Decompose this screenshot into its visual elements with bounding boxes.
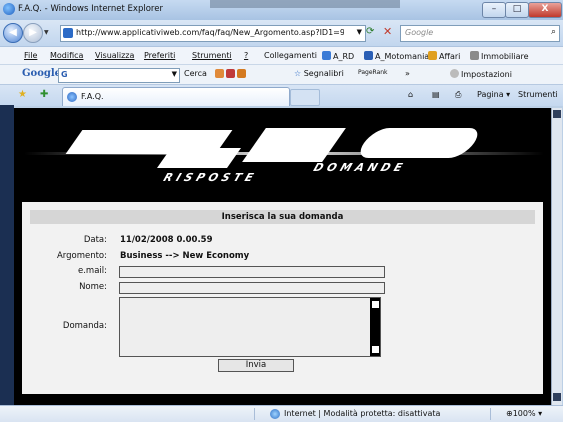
search-placeholder: Google — [405, 28, 434, 37]
link-icon — [470, 51, 479, 60]
link-a-motomania[interactable]: A_Motomania — [364, 51, 429, 61]
feeds-icon[interactable]: ▤ — [432, 90, 440, 99]
background-window-strip — [210, 0, 400, 8]
internet-zone-icon — [270, 409, 280, 419]
scroll-down-icon[interactable] — [553, 393, 561, 401]
banner-risposte: RISPOSTE — [161, 171, 260, 184]
page-scrollbar[interactable] — [551, 108, 562, 405]
google-pagerank[interactable]: PageRank — [358, 69, 388, 76]
chevron-down-icon[interactable]: ▼ — [172, 70, 177, 78]
scroll-down-icon[interactable] — [371, 345, 380, 354]
nome-field[interactable] — [119, 282, 385, 294]
nome-label: Nome: — [79, 282, 107, 292]
refresh-icon[interactable]: ⟳ — [366, 26, 380, 40]
settings-icon — [450, 69, 459, 78]
menu-visualizza[interactable]: Visualizza — [95, 51, 134, 60]
tab-faq[interactable]: F.A.Q. — [62, 87, 290, 106]
menu-strumenti[interactable]: Strumenti — [192, 51, 232, 60]
link-icon — [322, 51, 331, 60]
arrow-right-icon: ▶ — [29, 27, 37, 38]
close-button[interactable]: X — [528, 2, 562, 18]
status-bar: Internet | Modalità protetta: disattivat… — [0, 405, 563, 422]
address-bar-row: ◀ ▶ ▼ http://www.applicativiweb.com/faq/… — [0, 20, 563, 46]
back-button[interactable]: ◀ — [3, 23, 23, 43]
add-favorite-icon[interactable]: ✚ — [40, 89, 48, 100]
address-url: http://www.applicativiweb.com/faq/faq/Ne… — [76, 28, 344, 37]
new-tab-button[interactable] — [290, 89, 320, 106]
email-label: e.mail: — [77, 266, 107, 276]
address-field[interactable]: http://www.applicativiweb.com/faq/faq/Ne… — [60, 25, 366, 42]
status-divider — [254, 408, 255, 420]
google-logo: Google — [22, 68, 62, 79]
page-favicon-icon — [63, 28, 73, 38]
argomento-value: Business --> New Economy — [120, 251, 250, 261]
google-impostazioni-button[interactable]: Impostazioni — [450, 69, 512, 79]
stop-icon[interactable]: ✕ — [383, 25, 397, 39]
banner-stripe — [242, 128, 346, 162]
domanda-textarea[interactable] — [119, 297, 381, 357]
search-icon[interactable]: ⌕ — [551, 27, 556, 37]
data-label: Data: — [83, 235, 107, 245]
toolbar-icons[interactable] — [215, 69, 248, 79]
banner-shine — [24, 152, 544, 155]
link-affari[interactable]: Affari — [428, 51, 460, 61]
links-label: Collegamenti — [264, 51, 317, 60]
data-value: 11/02/2008 0.00.59 — [120, 235, 213, 245]
menu-file[interactable]: File — [24, 51, 37, 60]
menu-help[interactable]: ? — [244, 51, 248, 60]
star-icon: ☆ — [294, 69, 302, 78]
email-field[interactable] — [119, 266, 385, 278]
arrow-left-icon: ◀ — [9, 27, 17, 38]
textarea-scrollbar[interactable] — [370, 298, 380, 356]
ie-logo-icon — [3, 3, 15, 15]
pagina-menu[interactable]: Pagina ▾ — [477, 90, 510, 99]
domanda-label: Domanda: — [62, 321, 107, 331]
form-heading: Inserisca la sua domanda — [30, 210, 535, 224]
link-a-rd[interactable]: A_RD — [322, 51, 354, 61]
print-icon[interactable]: ⎙ — [455, 90, 461, 100]
faq-banner: DOMANDE RISPOSTE — [14, 108, 551, 200]
menu-preferiti[interactable]: Preferiti — [144, 51, 175, 60]
banner-domande: DOMANDE — [311, 161, 409, 174]
window-left-edge — [0, 105, 14, 407]
tool-icon — [237, 69, 246, 78]
home-icon[interactable]: ⌂ — [408, 90, 413, 99]
more-icon[interactable]: » — [405, 69, 410, 78]
menu-modifica[interactable]: Modifica — [50, 51, 83, 60]
title-bar: F.A.Q. - Windows Internet Explorer – □ X — [0, 0, 563, 20]
link-immobiliare[interactable]: Immobiliare — [470, 51, 529, 61]
google-segnalibri-button[interactable]: ☆ Segnalibri — [294, 69, 344, 78]
scroll-up-icon[interactable] — [553, 110, 561, 118]
status-divider — [490, 408, 491, 420]
google-search-value: G — [61, 70, 68, 79]
zoom-icon: ⊕ — [506, 409, 513, 418]
search-input[interactable]: Google ⌕ — [400, 25, 560, 42]
google-toolbar: Google G ▼ Cerca ☆ Segnalibri PageRank »… — [0, 64, 563, 85]
invia-button[interactable]: Invia — [218, 359, 294, 372]
tab-row: ★ ✚ F.A.Q. ⌂ ▤ ⎙ Pagina ▾ Strumenti — [0, 84, 563, 106]
google-cerca-button[interactable]: Cerca — [184, 69, 207, 78]
strumenti-menu[interactable]: Strumenti — [518, 90, 558, 99]
argomento-label: Argomento: — [56, 251, 107, 261]
tool-icon — [215, 69, 224, 78]
tab-label: F.A.Q. — [81, 92, 104, 101]
link-icon — [364, 51, 373, 60]
zoom-level[interactable]: ⊕100% ▾ — [506, 409, 542, 418]
link-icon — [428, 51, 437, 60]
status-zone[interactable]: Internet | Modalità protetta: disattivat… — [284, 409, 440, 418]
page-favicon-icon — [67, 92, 77, 102]
favorites-star-icon[interactable]: ★ — [18, 89, 27, 100]
tool-icon — [226, 69, 235, 78]
maximize-button[interactable]: □ — [505, 2, 529, 18]
forward-button[interactable]: ▶ — [23, 23, 43, 43]
minimize-button[interactable]: – — [482, 2, 506, 18]
banner-stripe — [156, 148, 242, 168]
menu-bar: File Modifica Visualizza Preferiti Strum… — [0, 46, 563, 65]
window-title: F.A.Q. - Windows Internet Explorer — [18, 4, 163, 14]
chevron-down-icon[interactable]: ▼ — [357, 28, 362, 36]
scroll-up-icon[interactable] — [371, 300, 380, 309]
google-search-input[interactable]: G ▼ — [58, 68, 180, 83]
history-dropdown-icon[interactable]: ▼ — [44, 29, 49, 36]
